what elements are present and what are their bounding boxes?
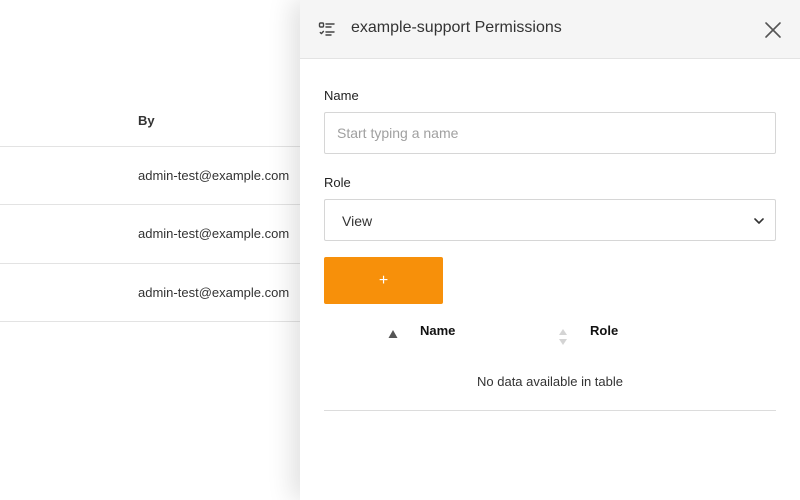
column-header-role[interactable]: Role [590, 323, 618, 338]
name-label: Name [324, 88, 359, 103]
empty-table-message: No data available in table [477, 374, 623, 389]
add-permission-button[interactable]: + [324, 257, 443, 304]
table-divider [324, 410, 776, 411]
role-label: Role [324, 175, 351, 190]
by-cell: admin-test@example.com [138, 226, 290, 241]
table-divider [0, 321, 320, 322]
table-row[interactable]: admin-test@example.com [0, 263, 320, 322]
table-row[interactable]: admin-test@example.com [0, 204, 320, 263]
column-header-by[interactable]: By [138, 113, 155, 128]
chevron-down-icon [753, 214, 765, 226]
panel-header: example-support Permissions [300, 0, 800, 59]
by-cell: admin-test@example.com [138, 168, 290, 183]
sort-icon[interactable] [558, 328, 568, 346]
role-select-value: View [342, 213, 373, 229]
by-cell: admin-test@example.com [138, 285, 290, 300]
permissions-panel: example-support Permissions Name Role Vi… [300, 0, 800, 500]
name-input[interactable] [324, 112, 776, 154]
role-select[interactable]: View [324, 199, 776, 241]
close-icon[interactable] [762, 19, 784, 41]
list-checks-icon [318, 20, 336, 38]
panel-title: example-support Permissions [351, 19, 562, 36]
column-header-name[interactable]: Name [420, 323, 455, 338]
sort-ascending-icon[interactable] [388, 326, 398, 338]
table-row[interactable]: admin-test@example.com [0, 146, 320, 205]
